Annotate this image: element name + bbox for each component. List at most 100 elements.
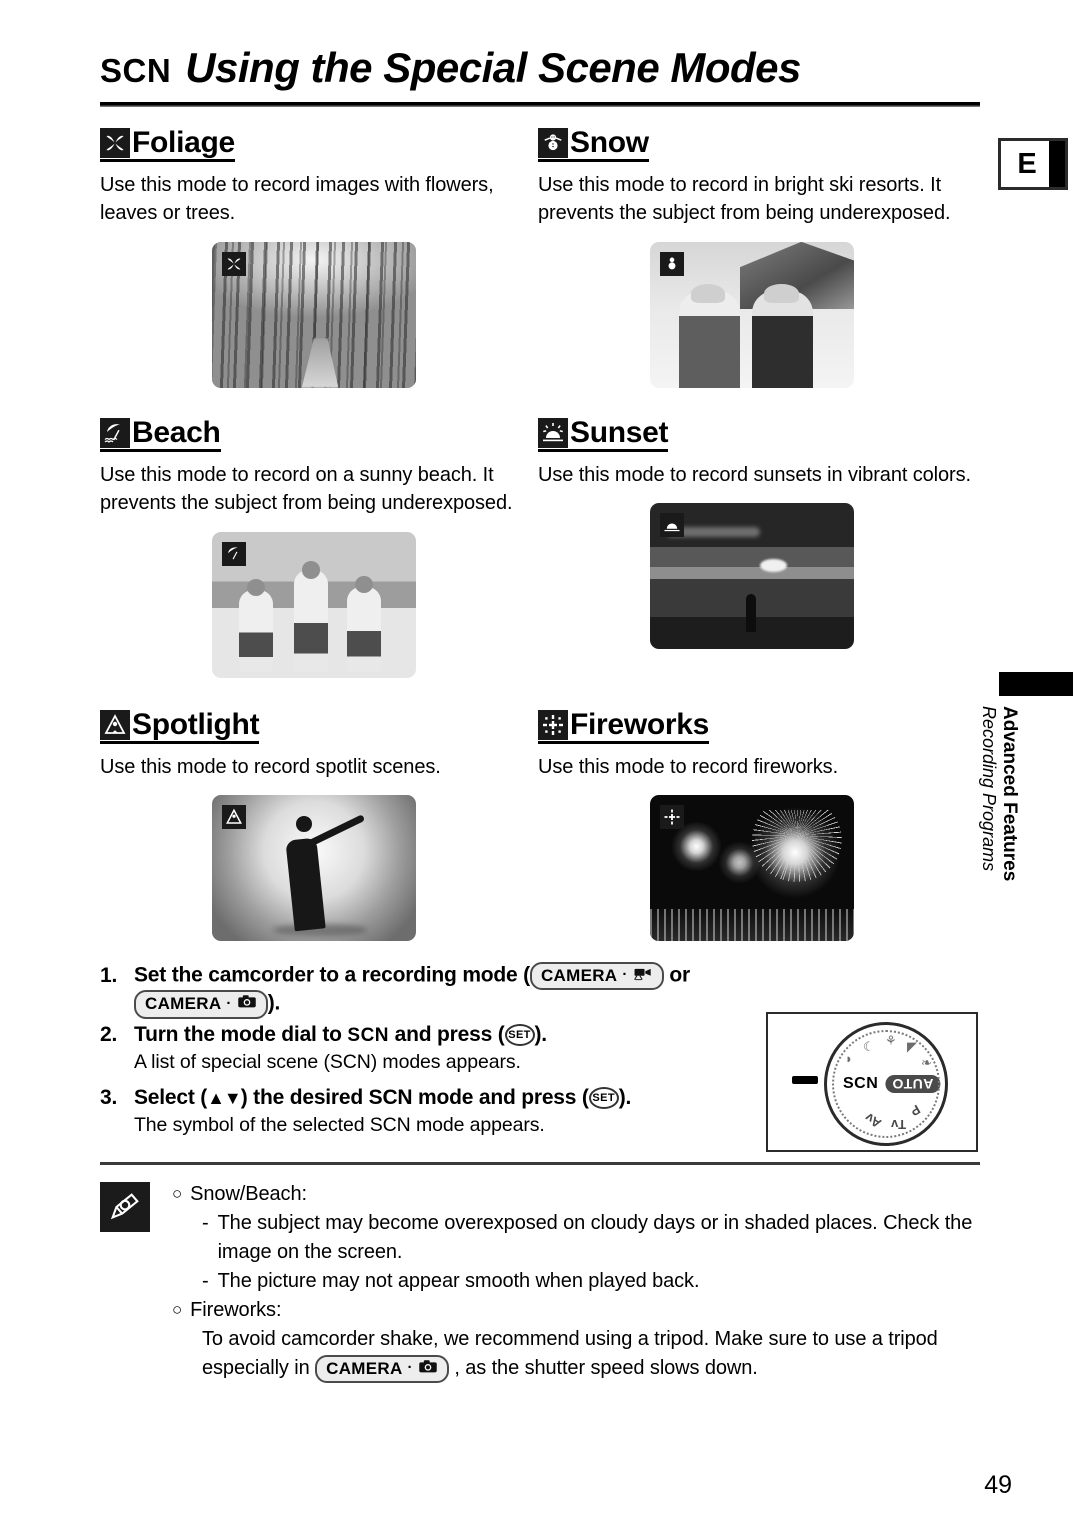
mode-description-sunset: Use this mode to record sunsets in vibra… [538,464,971,486]
mode-photo-foliage [212,241,416,388]
mode-name-foliage: Foliage [132,126,235,159]
note-item-snowbeach-1: - The subject may become overexposed on … [202,1209,982,1267]
page-number: 49 [984,1471,1012,1499]
note-bullet: ○ [172,1184,183,1203]
note-group-fireworks-title: ○ Fireworks: [172,1296,982,1325]
dial-sports-icon: ⚘ [885,1033,897,1048]
camera-still-badge-note: CAMERA · [315,1354,449,1383]
badge-separator-dot-2: · [226,994,232,1012]
mode-heading-snow: Snow [538,128,649,162]
fireworks-icon [538,710,568,740]
step-1: 1. Set the camcorder to a recording mode… [100,962,760,1019]
step-3-text-mid: ) the desired SCN mode and press ( [240,1085,589,1109]
snowman-icon [538,128,568,158]
badge-separator-dot: · [622,966,628,984]
mode-block-snow: Snow Use this mode to record in bright s… [538,128,978,388]
instruction-steps: 1. Set the camcorder to a recording mode… [100,962,760,1149]
step-3: 3. Select (▲▼) the desired SCN mode and … [100,1086,760,1110]
set-button-icon: SET [504,1023,535,1046]
step-1-between: or [669,963,690,987]
section-tab-text: Advanced Features Recording Programs [978,706,1020,946]
mode-name-spotlight: Spotlight [132,708,260,741]
updown-arrows-icon: ▲▼ [207,1087,242,1108]
dial-portrait-icon: ◗ [845,1051,853,1066]
mode-heading-spotlight: Spotlight [100,708,260,744]
mode-description-foliage: Use this mode to record images with flow… [100,174,494,225]
step-2: 2. Turn the mode dial to SCN and press (… [100,1023,760,1047]
mode-heading-sunset: Sunset [538,416,669,452]
page-header: SCN Using the Special Scene Modes [100,44,980,107]
dial-snow-icon: ◤ [907,1039,917,1054]
dial-beach-icon: ❧ [921,1055,932,1070]
mode-dial-auto-label: AUTO [885,1075,941,1093]
notes-content: ○ Snow/Beach: - The subject may become o… [172,1180,982,1383]
language-tab-block [1049,141,1065,187]
mode-description-spotlight: Use this mode to record spotlit scenes. [100,756,441,778]
mode-heading-foliage: Foliage [100,128,235,162]
pencil-note-icon [100,1182,150,1232]
step-3-number: 3. [100,1085,118,1109]
step-3-text-after: ). [618,1085,632,1109]
note-title-snowbeach: Snow/Beach: [190,1183,307,1205]
camera-still-badge-note-label: CAMERA [326,1358,403,1378]
note-item-snowbeach-2: - The picture may not appear smooth when… [202,1267,982,1296]
photo-badge-beach-icon [222,541,246,566]
mode-heading-fireworks: Fireworks [538,710,709,744]
mode-name-snow: Snow [570,126,649,159]
step-2-text-after: ). [534,1022,548,1046]
camera-still-badge: CAMERA · [134,990,268,1019]
mode-dial: SCN AUTO ◗ ☾ ⚘ ◤ ❧ P Tv Av [824,1022,948,1146]
photo-badge-sunset-icon [660,513,684,538]
still-camera-icon [237,993,257,1014]
beach-umbrella-icon [100,418,130,448]
mode-block-beach: Beach Use this mode to record on a sunny… [100,418,530,678]
note-dash-2: - [202,1270,209,1292]
mode-dial-pointer [792,1076,818,1084]
manual-page: SCN Using the Special Scene Modes E Adva… [0,0,1080,1534]
mode-name-beach: Beach [132,416,221,449]
mode-description-beach: Use this mode to record on a sunny beach… [100,464,513,515]
photo-badge-spotlight-icon [222,805,246,830]
dial-letter-p: P [907,1101,923,1120]
mode-block-fireworks: Fireworks Use this mode to record firewo… [538,710,978,942]
mode-photo-snow [650,241,854,388]
step-2-body: Turn the mode dial to SCN and press (SET… [134,1023,760,1047]
step-2-number: 2. [100,1022,118,1046]
note-item-fireworks-body: To avoid camcorder shake, we recommend u… [202,1325,982,1383]
dial-night-icon: ☾ [863,1039,875,1054]
mode-description-fireworks: Use this mode to record fireworks. [538,756,839,778]
foliage-leaf-icon [100,128,130,158]
mode-dial-figure: SCN AUTO ◗ ☾ ⚘ ◤ ❧ P Tv Av [766,1012,978,1152]
mode-block-spotlight: Spotlight Use this mode to record spotli… [100,708,530,942]
step-2-note: A list of special scene (SCN) modes appe… [134,1050,521,1073]
mode-photo-beach [212,531,416,678]
step-2-mode-label: SCN [347,1024,390,1046]
mode-dial-scn-label: SCN [843,1075,879,1092]
photo-badge-snow-icon [660,251,684,276]
mode-block-sunset: Sunset Use this mode to record sunsets i… [538,416,978,650]
step-3-note: The symbol of the selected SCN mode appe… [134,1113,545,1136]
section-subtitle: Recording Programs [978,706,999,872]
section-title: Advanced Features [999,706,1020,882]
badge-separator-dot-3: · [407,1358,413,1376]
step-3-text: Select ( [134,1085,208,1109]
sunset-icon [538,418,568,448]
section-tab-marker [999,672,1073,696]
mode-heading-beach: Beach [100,418,221,452]
page-title: Using the Special Scene Modes [185,44,801,91]
notes-divider [100,1162,980,1165]
photo-badge-foliage-icon [222,251,246,276]
note-item-text-2: The picture may not appear smooth when p… [217,1270,700,1292]
spotlight-icon [100,710,130,740]
header-scn-tag: SCN [100,52,172,89]
note-item-text-1: The subject may become overexposed on cl… [217,1212,973,1263]
step-1-body: Set the camcorder to a recording mode ( C… [134,962,760,1019]
note-title-fireworks: Fireworks: [190,1299,282,1321]
mode-block-foliage: Foliage Use this mode to record images w… [100,128,530,388]
mode-name-sunset: Sunset [570,416,669,449]
step-1-text: Set the camcorder to a recording mode ( [134,963,530,987]
camera-movie-badge-label: CAMERA [540,966,618,985]
note-fireworks-text-after: , as the shutter speed slows down. [454,1357,758,1379]
mode-photo-fireworks [650,795,854,942]
header-divider [100,102,980,107]
